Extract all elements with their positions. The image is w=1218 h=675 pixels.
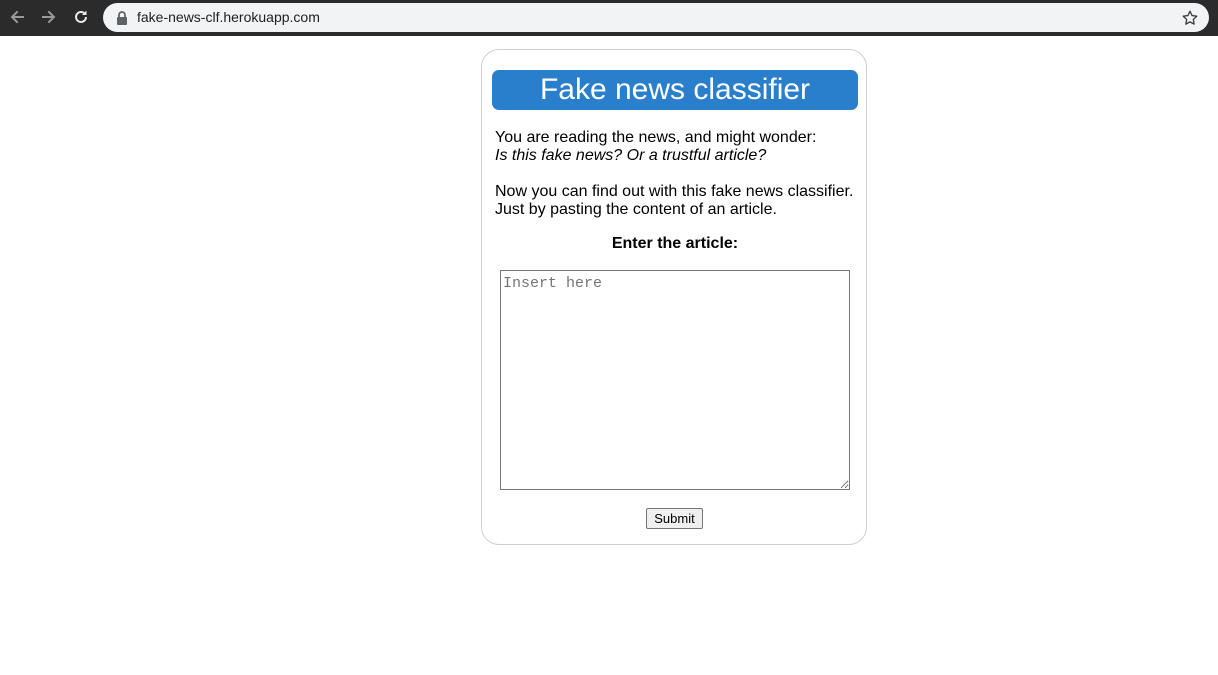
classifier-card: Fake news classifier You are reading the… [481,49,867,545]
back-button[interactable] [5,5,29,29]
intro-text: You are reading the news, and might wond… [495,129,861,219]
back-arrow-icon [10,10,24,24]
browser-toolbar: fake-news-clf.herokuapp.com [0,0,1218,36]
intro-line-2: Is this fake news? Or a trustful article… [495,147,767,164]
star-icon[interactable] [1181,9,1199,27]
address-bar[interactable]: fake-news-clf.herokuapp.com [103,3,1209,32]
intro-line-3: Now you can find out with this fake news… [495,183,854,200]
reload-button[interactable] [69,5,93,29]
forward-button[interactable] [37,5,61,29]
lock-icon[interactable] [115,10,129,26]
page-title: Fake news classifier [492,70,858,110]
article-input[interactable] [500,270,850,490]
intro-line-4: Just by pasting the content of an articl… [495,201,777,218]
forward-arrow-icon [42,10,56,24]
article-input-label: Enter the article: [611,235,739,252]
submit-button[interactable]: Submit [646,508,703,529]
reload-icon [75,10,87,23]
url-text[interactable]: fake-news-clf.herokuapp.com [137,9,320,25]
intro-line-1: You are reading the news, and might wond… [495,129,817,146]
